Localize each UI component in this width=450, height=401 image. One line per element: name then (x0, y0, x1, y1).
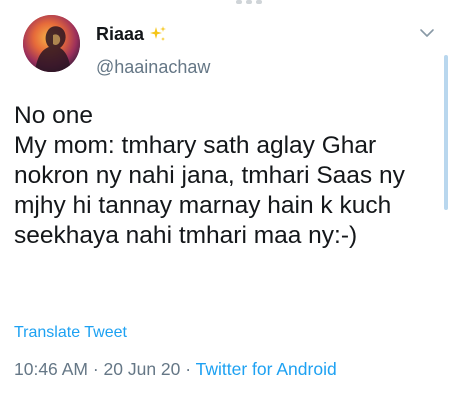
translate-tweet-link[interactable]: Translate Tweet (14, 323, 127, 343)
chevron-down-icon (420, 29, 434, 37)
separator: · (92, 359, 99, 379)
tweet-time[interactable]: 10:46 AM (14, 359, 88, 379)
tweet-menu-button[interactable] (418, 24, 436, 42)
tweet-source-link[interactable]: Twitter for Android (196, 359, 337, 379)
avatar-image (23, 15, 80, 72)
tweet-date[interactable]: 20 Jun 20 (104, 359, 181, 379)
tweet-metadata: 10:46 AM · 20 Jun 20 · Twitter for Andro… (14, 358, 337, 380)
user-handle[interactable]: @haainachaw (96, 56, 210, 78)
separator: · (185, 359, 192, 379)
sparkles-icon (150, 26, 167, 41)
author-name-row[interactable]: Riaaa (96, 23, 168, 45)
display-name[interactable]: Riaaa (96, 23, 144, 45)
avatar[interactable] (23, 15, 80, 72)
scrollbar[interactable] (444, 55, 448, 210)
tweet-text: No one My mom: tmhary sath aglay Ghar no… (14, 102, 405, 249)
tweet-card: Riaaa @haainachaw No one My mom: tmhary … (0, 0, 450, 401)
